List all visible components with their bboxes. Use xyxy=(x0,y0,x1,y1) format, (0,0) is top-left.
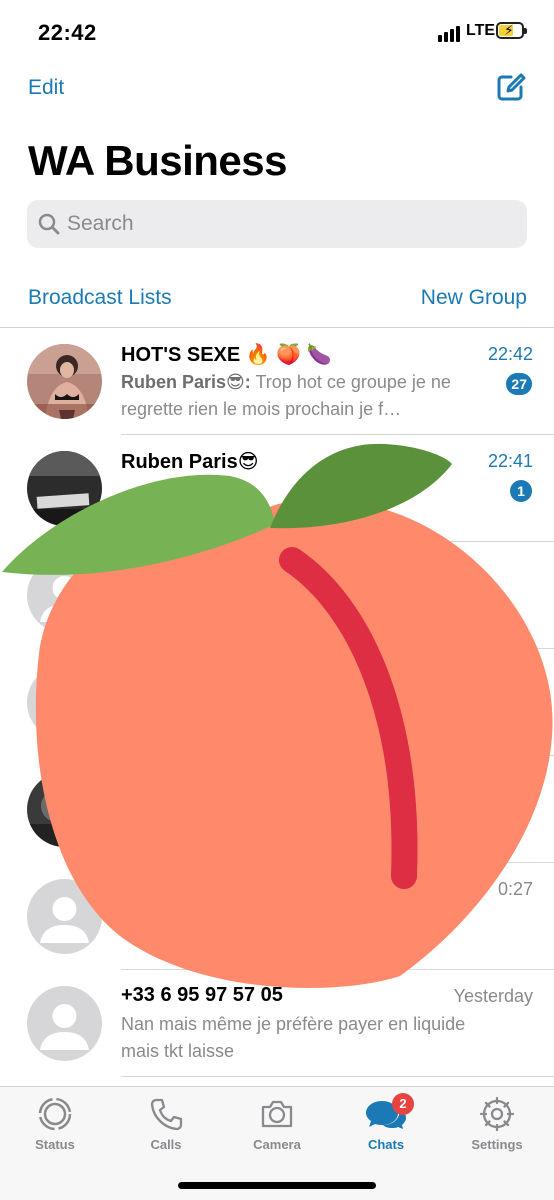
compose-icon[interactable] xyxy=(496,72,526,102)
chat-row[interactable] xyxy=(0,756,554,863)
chat-row[interactable] xyxy=(0,542,554,649)
page-title: WA Business xyxy=(28,137,288,184)
search-input[interactable] xyxy=(67,200,507,248)
tab-label: Chats xyxy=(367,1137,405,1152)
tab-label: Settings xyxy=(471,1137,523,1152)
tab-chats[interactable]: 2 Chats xyxy=(336,1093,436,1165)
phone-icon xyxy=(150,1098,183,1131)
tab-label: Calls xyxy=(150,1137,182,1152)
unread-badge: 1 xyxy=(510,480,532,502)
camera-icon xyxy=(261,1100,293,1128)
chat-name: Ruben Paris😎 xyxy=(121,451,259,473)
chat-time: 22:41 xyxy=(487,451,533,471)
chat-time: 22:42 xyxy=(487,344,533,364)
chat-name: HOT'S SEXE 🔥 🍑 🍆 xyxy=(121,344,332,366)
avatar-placeholder xyxy=(27,986,102,1061)
chat-row[interactable]: 0:27 xyxy=(0,863,554,970)
chats-badge: 2 xyxy=(392,1093,414,1115)
search-icon xyxy=(38,213,60,235)
status-time: 22:42 xyxy=(38,20,97,45)
chat-preview: Nan mais même je préfère payer en liquid… xyxy=(121,1011,496,1065)
chat-message: Nan mais même je préfère payer en liquid… xyxy=(121,1014,466,1061)
status-icon xyxy=(38,1097,72,1131)
new-group-link[interactable]: New Group xyxy=(421,286,527,310)
battery-icon: ⚡ xyxy=(496,22,527,39)
broadcast-lists-link[interactable]: Broadcast Lists xyxy=(28,286,172,310)
avatar xyxy=(27,772,102,847)
chat-time: Yesterday xyxy=(453,986,533,1006)
avatar xyxy=(27,344,102,419)
status-bar: 22:42 LTE ⚡ xyxy=(0,0,554,64)
chat-sender: Ruben Paris😎: xyxy=(121,372,251,392)
search-bar[interactable] xyxy=(27,200,527,248)
signal-icon xyxy=(438,24,464,42)
tab-camera[interactable]: Camera xyxy=(227,1095,327,1165)
tab-settings[interactable]: Settings xyxy=(447,1095,547,1165)
chat-list: HOT'S SEXE 🔥 🍑 🍆 22:42 Ruben Paris😎: Tro… xyxy=(0,328,554,1085)
tab-calls[interactable]: Calls xyxy=(116,1095,216,1165)
chat-row[interactable] xyxy=(0,649,554,756)
gear-icon xyxy=(479,1096,515,1132)
tab-status[interactable]: Status xyxy=(5,1095,105,1165)
avatar-placeholder xyxy=(27,558,102,633)
chat-row[interactable]: +33 6 95 97 57 05 Yesterday Nan mais mêm… xyxy=(0,970,554,1077)
chat-time: 0:27 xyxy=(497,879,533,899)
edit-button[interactable]: Edit xyxy=(28,76,64,100)
unread-badge: 27 xyxy=(506,373,532,395)
chat-name: +33 6 95 97 57 05 xyxy=(121,984,283,1006)
tab-label: Status xyxy=(35,1137,75,1152)
avatar-placeholder xyxy=(27,879,102,954)
chat-row[interactable]: HOT'S SEXE 🔥 🍑 🍆 22:42 Ruben Paris😎: Tro… xyxy=(0,328,554,435)
home-indicator[interactable] xyxy=(178,1182,376,1189)
chat-preview: Ruben Paris😎: Trop hot ce groupe je ne r… xyxy=(121,369,496,423)
network-label: LTE xyxy=(466,22,496,39)
avatar xyxy=(27,451,102,526)
tab-label: Camera xyxy=(253,1137,301,1152)
chat-row[interactable]: Ruben Paris😎 22:41 1 xyxy=(0,435,554,542)
chat-preview xyxy=(121,476,496,530)
avatar-placeholder xyxy=(27,665,102,740)
